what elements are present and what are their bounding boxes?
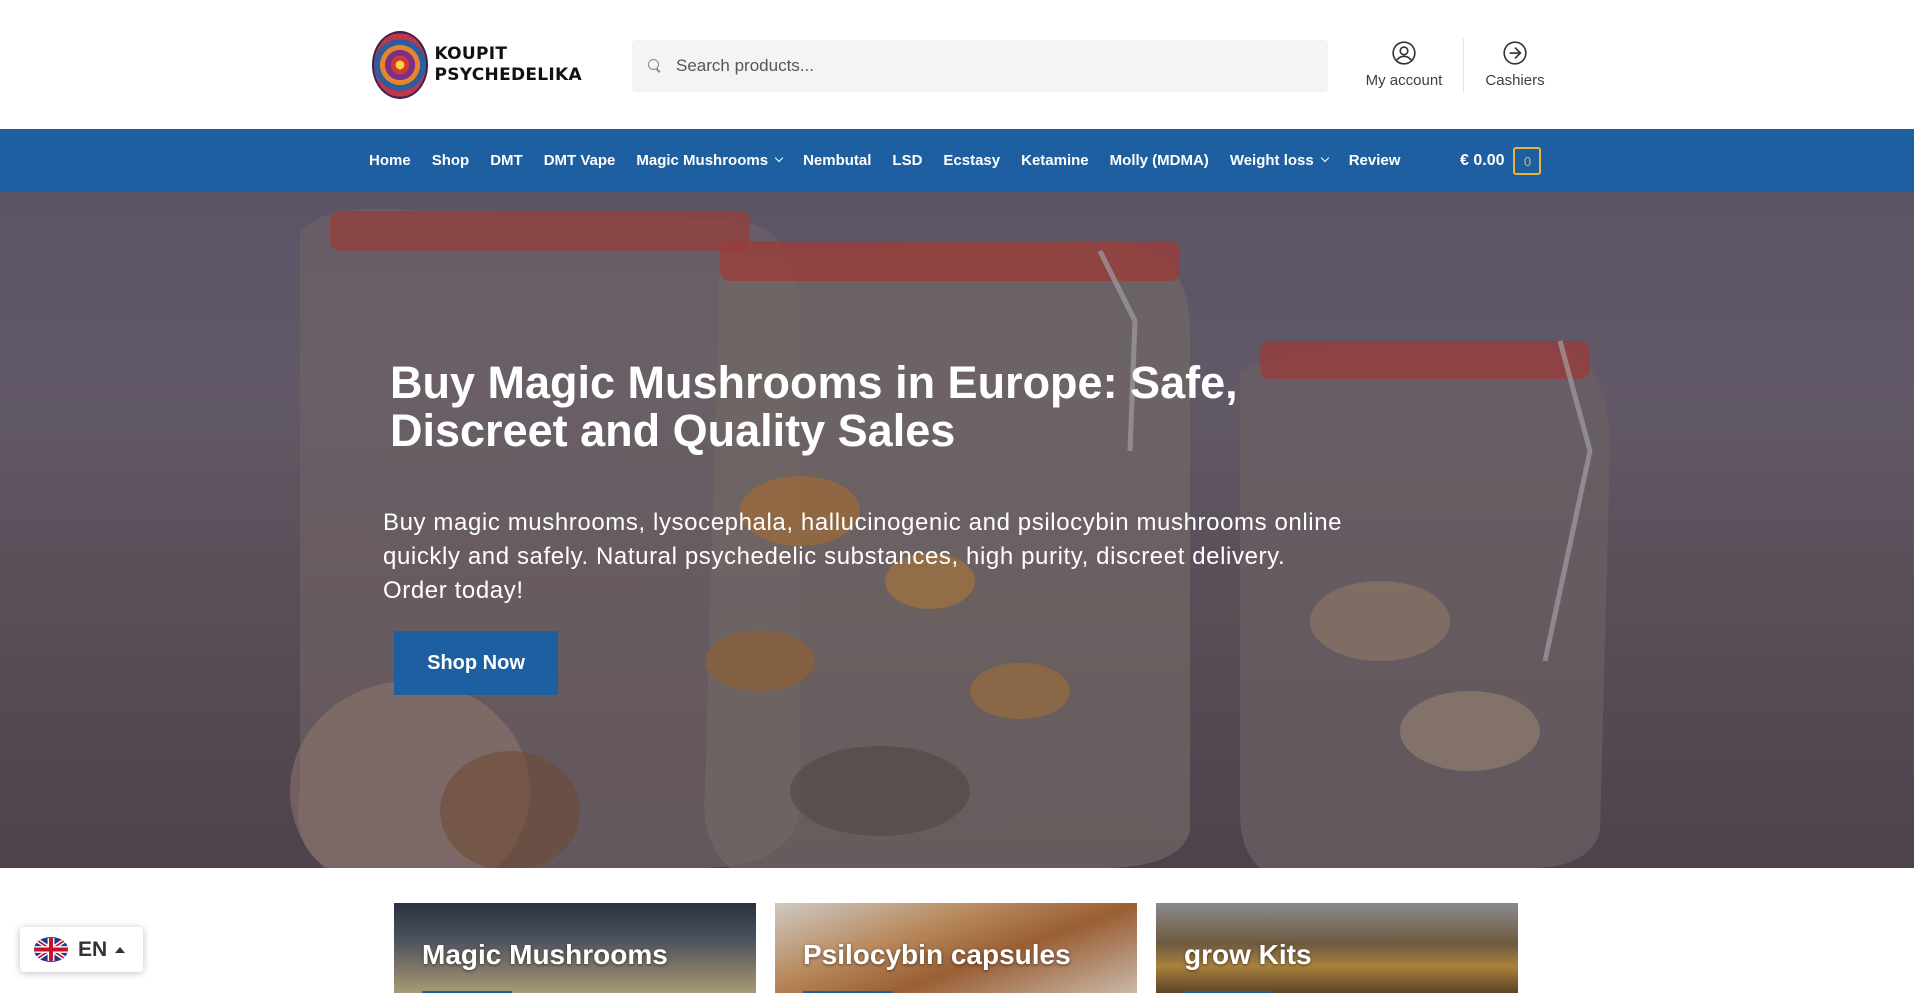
nav-item-ecstasy[interactable]: Ecstasy <box>943 152 1000 169</box>
arrow-circle-icon <box>1503 41 1527 65</box>
nav-item-magic-mushrooms[interactable]: Magic Mushrooms <box>636 151 784 169</box>
cart-button[interactable]: € 0.00 0 <box>1460 147 1542 175</box>
category-cards: Magic Mushrooms Psilocybin capsules grow… <box>394 903 1518 993</box>
search-bar <box>632 40 1328 92</box>
nav-label: Weight loss <box>1229 151 1314 169</box>
nav-item-nembutal[interactable]: Nembutal <box>803 152 871 169</box>
nav-label: Molly (MDMA) <box>1109 151 1209 169</box>
nav-label: Magic Mushrooms <box>636 151 769 169</box>
nav-label: DMT <box>490 151 523 169</box>
category-card-label: Psilocybin capsules <box>803 939 1071 970</box>
category-card-label: Magic Mushrooms <box>422 939 668 970</box>
nav-item-lsd[interactable]: LSD <box>892 152 922 169</box>
nav-label: Ecstasy <box>943 151 1001 169</box>
category-card-magic-mushrooms[interactable]: Magic Mushrooms <box>394 903 756 993</box>
nav-item-ketamine[interactable]: Ketamine <box>1021 152 1089 169</box>
hero-title: Buy Magic Mushrooms in Europe: Safe, Dis… <box>390 357 1238 456</box>
nav-label: Home <box>369 151 411 169</box>
search-icon <box>648 59 662 73</box>
nav-label: Review <box>1348 151 1401 169</box>
uk-flag-icon <box>34 937 68 962</box>
my-account-link[interactable]: My account <box>1364 40 1444 89</box>
category-card-grow-kits[interactable]: grow Kits <box>1156 903 1518 993</box>
language-switcher[interactable]: EN <box>20 927 143 972</box>
hero-subtitle: Buy magic mushrooms, lysocephala, halluc… <box>383 509 1343 604</box>
search-input[interactable] <box>676 56 1296 76</box>
language-code: EN <box>78 937 108 961</box>
cart-count-badge: 0 <box>1513 147 1542 175</box>
user-circle-icon <box>1392 41 1416 65</box>
nav-item-shop[interactable]: Shop <box>432 152 470 169</box>
nav-item-dmt[interactable]: DMT <box>490 152 523 169</box>
nav-menu: Home Shop DMT DMT Vape Magic Mushrooms N… <box>369 129 1421 191</box>
site-header: KOUPIT PSYCHEDELIKA My account Cashiers <box>0 0 1920 129</box>
logo-text: KOUPIT PSYCHEDELIKA <box>434 44 582 86</box>
category-card-label: grow Kits <box>1184 939 1312 970</box>
nav-item-weight-loss[interactable]: Weight loss <box>1229 151 1329 169</box>
cart-total: € 0.00 <box>1460 152 1505 169</box>
caret-up-icon <box>115 946 126 953</box>
nav-label: Shop <box>431 151 470 169</box>
nav-item-dmt-vape[interactable]: DMT Vape <box>544 152 616 169</box>
nav-item-home[interactable]: Home <box>369 152 411 169</box>
header-divider <box>1463 38 1464 93</box>
nav-item-molly[interactable]: Molly (MDMA) <box>1110 152 1209 169</box>
my-account-label: My account <box>1365 72 1443 89</box>
main-navigation: Home Shop DMT DMT Vape Magic Mushrooms N… <box>0 129 1914 191</box>
nav-item-review[interactable]: Review <box>1349 152 1401 169</box>
chevron-down-icon <box>1320 153 1329 163</box>
logo-mandala-icon <box>372 31 429 99</box>
logo-line-1: KOUPIT <box>434 44 508 64</box>
cashiers-link[interactable]: Cashiers <box>1480 40 1550 89</box>
category-card-psilocybin-capsules[interactable]: Psilocybin capsules <box>775 903 1137 993</box>
nav-label: Ketamine <box>1021 151 1089 169</box>
shop-now-button[interactable]: Shop Now <box>394 631 558 695</box>
logo-line-2: PSYCHEDELIKA <box>434 65 582 85</box>
site-logo[interactable]: KOUPIT PSYCHEDELIKA <box>372 31 582 99</box>
nav-label: DMT Vape <box>543 151 616 169</box>
nav-label: Nembutal <box>803 151 872 169</box>
cashiers-label: Cashiers <box>1485 72 1545 89</box>
chevron-down-icon <box>774 153 784 163</box>
nav-label: LSD <box>892 151 923 169</box>
hero-banner: Buy Magic Mushrooms in Europe: Safe, Dis… <box>0 191 1914 868</box>
